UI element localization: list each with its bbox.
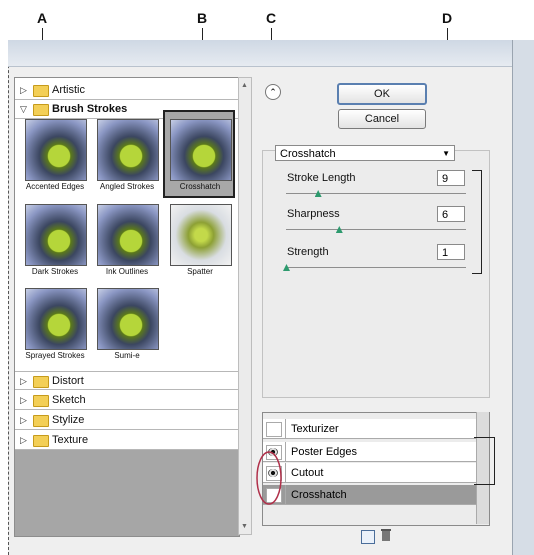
sharpness-slider[interactable] <box>286 229 466 230</box>
expand-triangle-icon[interactable]: ▷ <box>20 415 27 426</box>
folder-icon <box>33 376 49 388</box>
effect-layer-row-selected[interactable]: Crosshatch <box>263 485 477 505</box>
stroke-length-slider[interactable] <box>286 193 466 194</box>
expand-triangle-icon[interactable]: ▷ <box>20 435 27 446</box>
filter-thumb-dark-strokes[interactable] <box>25 204 87 266</box>
strength-slider[interactable] <box>286 267 466 268</box>
filter-thumb-crosshatch[interactable] <box>170 119 232 181</box>
dropdown-arrow-icon[interactable]: ▼ <box>442 146 450 162</box>
expand-triangle-icon[interactable]: ▷ <box>20 376 27 387</box>
category-label: Artistic <box>52 84 85 96</box>
folder-icon <box>33 435 49 447</box>
callout-c: C <box>266 10 277 26</box>
collapse-chevron-icon[interactable]: ⌃ <box>265 84 281 100</box>
filter-thumb-ink-outlines[interactable] <box>97 204 159 266</box>
cancel-button[interactable]: Cancel <box>338 109 426 129</box>
browser-empty-area <box>15 450 239 536</box>
filter-label: Spatter <box>187 267 213 276</box>
collapse-triangle-icon[interactable]: ▽ <box>20 104 27 115</box>
callout-d: D <box>442 10 453 26</box>
effect-layer-row[interactable]: Cutout <box>263 463 477 483</box>
expand-triangle-icon[interactable]: ▷ <box>20 395 27 406</box>
category-texture[interactable]: ▷ Texture <box>15 431 239 450</box>
filter-label: Dark Strokes <box>31 267 79 276</box>
expand-triangle-icon[interactable]: ▷ <box>20 85 27 96</box>
ok-button[interactable]: OK <box>337 83 427 105</box>
category-label: Distort <box>52 375 84 387</box>
callout-a: A <box>37 10 48 26</box>
filter-label: Accented Edges <box>25 182 85 191</box>
category-label: Texture <box>52 434 89 446</box>
filter-label: Ink Outlines <box>105 267 149 276</box>
filter-thumb-sumi-e[interactable] <box>97 288 159 350</box>
category-artistic[interactable]: ▷ Artistic <box>15 81 239 100</box>
new-layer-icon[interactable] <box>361 530 375 544</box>
scroll-down-arrow-icon[interactable]: ▼ <box>241 523 248 530</box>
param-label: Strength <box>287 246 329 258</box>
filter-settings-panel <box>262 150 490 398</box>
stroke-length-field[interactable]: 9 <box>437 170 465 186</box>
strength-field[interactable]: 1 <box>437 244 465 260</box>
filter-label: Sumi-e <box>114 351 140 360</box>
param-label: Sharpness <box>287 208 340 220</box>
filter-label: Crosshatch <box>179 182 221 191</box>
effect-layer-name: Cutout <box>291 467 324 479</box>
filter-label: Sprayed Strokes <box>25 351 85 360</box>
effect-layer-name: Crosshatch <box>291 489 347 501</box>
browser-scrollbar[interactable]: ▲ ▼ <box>238 77 252 535</box>
filter-thumb-sprayed-strokes[interactable] <box>25 288 87 350</box>
divider <box>285 419 286 439</box>
filter-label: Angled Strokes <box>99 182 155 191</box>
layers-bracket <box>474 437 495 485</box>
window-edge <box>512 40 534 555</box>
trash-icon[interactable] <box>380 528 392 542</box>
folder-icon <box>33 104 49 116</box>
effect-layer-row[interactable]: Poster Edges <box>263 442 477 462</box>
effect-layer-name: Poster Edges <box>291 446 358 458</box>
scroll-up-arrow-icon[interactable]: ▲ <box>241 82 248 89</box>
effect-layers-panel: Texturizer Poster Edges Cutout Crosshatc… <box>262 412 490 526</box>
folder-icon <box>33 85 49 97</box>
filter-thumb-accented-edges[interactable] <box>25 119 87 181</box>
eye-highlight-circle <box>256 451 282 505</box>
filter-thumb-angled-strokes[interactable] <box>97 119 159 181</box>
category-stylize[interactable]: ▷ Stylize <box>15 411 239 430</box>
effect-layer-name: Texturizer <box>291 423 339 435</box>
params-bracket <box>472 170 482 274</box>
category-sketch[interactable]: ▷ Sketch <box>15 391 239 410</box>
category-label: Sketch <box>52 394 86 406</box>
folder-icon <box>33 395 49 407</box>
filter-browser: ▷ Artistic ▽ Brush Strokes Accented Edge… <box>14 77 240 537</box>
filter-select-value: Crosshatch <box>280 148 336 160</box>
filter-select[interactable]: Crosshatch ▼ <box>275 145 455 161</box>
visibility-toggle[interactable] <box>266 422 282 437</box>
preview-strip <box>8 40 513 67</box>
param-label: Stroke Length <box>287 172 356 184</box>
filter-thumb-spatter[interactable] <box>170 204 232 266</box>
callout-b: B <box>197 10 208 26</box>
sharpness-field[interactable]: 6 <box>437 206 465 222</box>
folder-icon <box>33 415 49 427</box>
effect-layer-row[interactable]: Texturizer <box>263 419 477 439</box>
category-distort[interactable]: ▷ Distort <box>15 371 239 390</box>
category-label: Brush Strokes <box>52 103 128 115</box>
category-label: Stylize <box>52 414 85 426</box>
